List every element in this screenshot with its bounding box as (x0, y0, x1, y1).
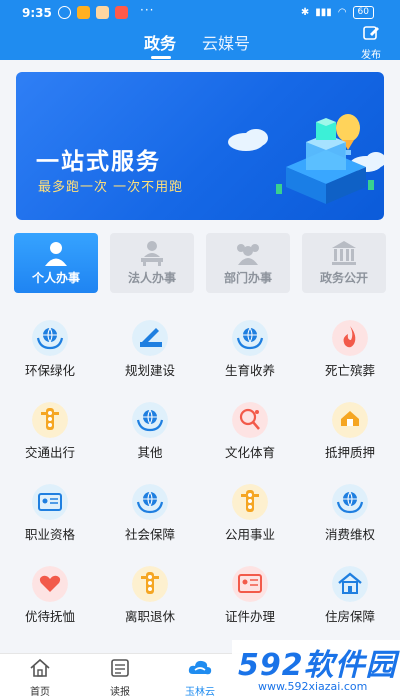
service-label: 死亡殡葬 (324, 363, 375, 378)
service-label: 社会保障 (124, 527, 175, 542)
service-label: 环保绿化 (24, 363, 75, 378)
traffic-light-icon (132, 566, 168, 602)
banner-title: 一站式服务 (36, 149, 161, 175)
service-item[interactable]: 离职退休 (100, 566, 200, 636)
house-icon (332, 566, 368, 602)
service-item[interactable]: 职业资格 (0, 484, 100, 554)
person-icon (45, 242, 67, 266)
category-public-affairs[interactable]: 政务公开 (302, 233, 386, 293)
watermark: 592软件园 www.592xiazai.com (232, 640, 400, 700)
publish-label: 发布 (361, 50, 381, 61)
nav-label: 首页 (30, 687, 50, 698)
wifi-icon: ◠ (337, 7, 347, 18)
service-item[interactable]: 死亡殡葬 (300, 320, 400, 390)
category-legal-person[interactable]: 法人办事 (110, 233, 194, 293)
service-item[interactable]: 交通出行 (0, 402, 100, 472)
edit-icon (363, 26, 379, 40)
service-item[interactable]: 规划建设 (100, 320, 200, 390)
message-notification-icon (115, 6, 128, 19)
service-label: 消费维权 (324, 527, 375, 542)
top-tabs: 政务 云媒号 (0, 30, 400, 59)
service-item[interactable]: 生育收养 (200, 320, 300, 390)
service-item[interactable]: 证件办理 (200, 566, 300, 636)
city-illustration-icon (228, 114, 384, 204)
service-item[interactable]: 抵押质押 (300, 402, 400, 472)
status-time: 9:35 (22, 6, 52, 20)
service-banner[interactable]: 一站式服务 最多跑一次 一次不用跑 (16, 72, 384, 220)
globe-hands-icon (232, 320, 268, 356)
signal-icon: ▮▮▮ (315, 7, 332, 18)
app-notification-icon (77, 6, 90, 19)
nav-label: 读报 (110, 687, 130, 698)
certificate-icon (232, 566, 268, 602)
status-bar: 9:35 ··· ✱ ▮▮▮ ◠ 60 (0, 0, 400, 26)
nav-newspaper[interactable]: 读报 (90, 658, 150, 698)
status-right: ✱ ▮▮▮ ◠ 60 (301, 6, 374, 19)
tab-yunmeihao[interactable]: 云媒号 (202, 30, 250, 54)
service-label: 住房保障 (324, 609, 375, 624)
service-item[interactable]: 社会保障 (100, 484, 200, 554)
heart-hand-icon (32, 566, 68, 602)
nav-label: 玉林云 (185, 687, 215, 698)
flame-icon (332, 320, 368, 356)
cloud-icon (188, 660, 212, 675)
bluetooth-icon: ✱ (300, 7, 310, 18)
home-icon (30, 658, 50, 677)
service-item[interactable]: 环保绿化 (0, 320, 100, 390)
category-personal[interactable]: 个人办事 (14, 233, 98, 293)
service-label: 优待抚恤 (24, 609, 75, 624)
watermark-url: www.592xiazai.com (258, 680, 368, 693)
ruler-pencil-icon (132, 320, 168, 356)
traffic-light-icon (32, 402, 68, 438)
publish-button[interactable]: 发布 (356, 24, 386, 61)
service-item[interactable]: 优待抚恤 (0, 566, 100, 636)
globe-hands-icon (332, 484, 368, 520)
tab-zhengwu[interactable]: 政务 (144, 30, 176, 54)
nav-yulin-cloud[interactable]: 玉林云 (170, 658, 230, 698)
service-label: 证件办理 (224, 609, 275, 624)
category-label: 政务公开 (319, 271, 368, 285)
service-label: 规划建设 (124, 363, 175, 378)
service-item[interactable]: 其他 (100, 402, 200, 472)
globe-hands-icon (32, 320, 68, 356)
service-item[interactable]: 公用事业 (200, 484, 300, 554)
service-item[interactable]: 消费维权 (300, 484, 400, 554)
more-notifications-icon: ··· (140, 3, 155, 17)
notification-icons (58, 6, 128, 19)
category-department[interactable]: 部门办事 (206, 233, 290, 293)
ping-pong-icon (232, 402, 268, 438)
service-label: 抵押质押 (324, 445, 375, 460)
service-item[interactable]: 文化体育 (200, 402, 300, 472)
traffic-light-icon (232, 484, 268, 520)
category-label: 法人办事 (127, 271, 176, 285)
service-label: 其他 (137, 445, 163, 460)
service-item[interactable]: 住房保障 (300, 566, 400, 636)
globe-hands-icon (132, 484, 168, 520)
person-desk-icon (141, 241, 163, 266)
service-label: 离职退休 (124, 609, 175, 624)
service-label: 交通出行 (24, 445, 75, 460)
service-label: 职业资格 (24, 527, 75, 542)
service-label: 公用事业 (224, 527, 275, 542)
service-label: 文化体育 (224, 445, 275, 460)
globe-hands-icon (132, 402, 168, 438)
top-header: 9:35 ··· ✱ ▮▮▮ ◠ 60 政务 云媒号 发布 (0, 0, 400, 61)
alarm-icon (58, 6, 71, 19)
watermark-text: 592软件园 (238, 648, 397, 683)
house-hand-icon (332, 402, 368, 438)
service-label: 生育收养 (224, 363, 275, 378)
banner-subtitle: 最多跑一次 一次不用跑 (38, 180, 184, 195)
battery-icon: 60 (352, 6, 374, 19)
nav-home[interactable]: 首页 (10, 658, 70, 698)
gallery-notification-icon (96, 6, 109, 19)
newspaper-icon (111, 659, 129, 677)
id-card-icon (32, 484, 68, 520)
active-tab-indicator (151, 56, 171, 59)
category-label: 个人办事 (31, 271, 80, 285)
government-building-icon (332, 241, 356, 265)
category-label: 部门办事 (223, 271, 272, 285)
group-icon (237, 244, 259, 265)
